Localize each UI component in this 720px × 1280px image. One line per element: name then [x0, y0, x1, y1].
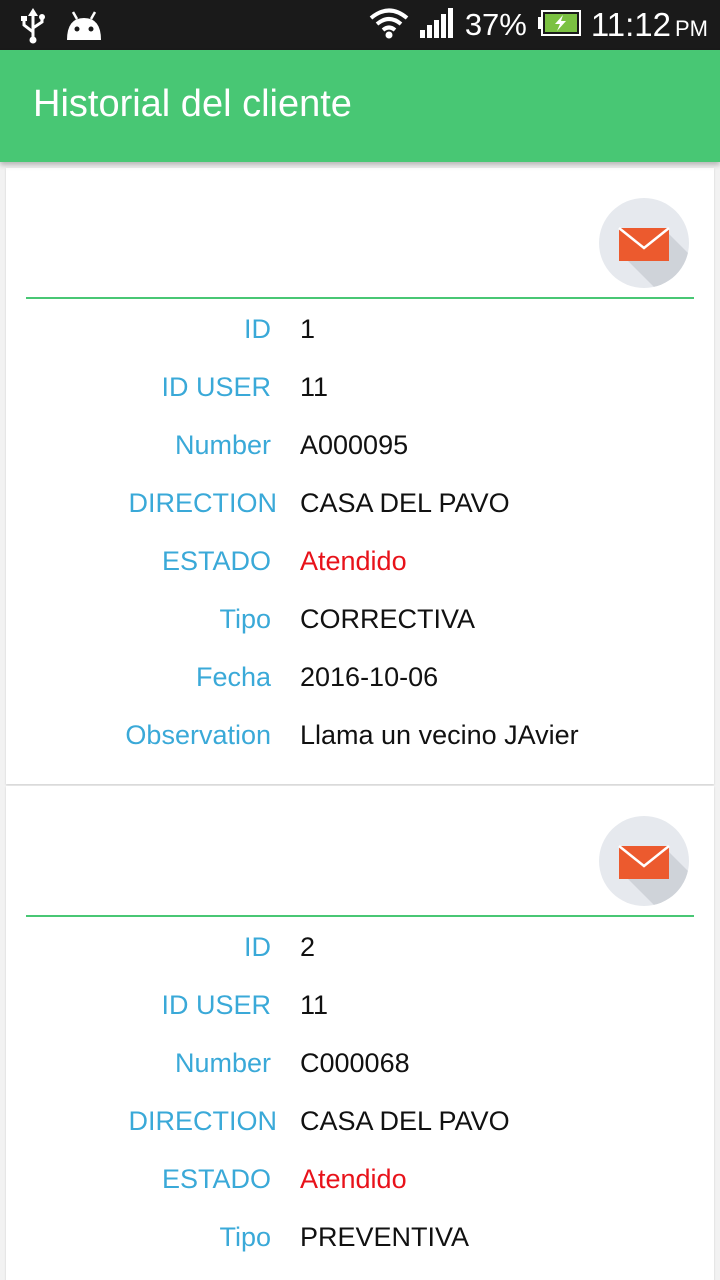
usb-icon	[18, 8, 48, 49]
field-row: ESTADO Atendido	[6, 546, 714, 586]
field-row: Number C000068	[6, 1048, 714, 1088]
field-value: 11	[300, 372, 329, 402]
field-row: Observation Llama un vecino JAvier	[6, 720, 714, 760]
field-value: A000095	[300, 430, 409, 460]
field-label: Tipo	[219, 1222, 271, 1252]
send-email-button[interactable]	[599, 816, 689, 906]
field-label: Number	[174, 1048, 271, 1078]
clock-ampm: PM	[675, 16, 708, 41]
field-label: DIRECTION	[128, 488, 278, 518]
envelope-icon	[618, 845, 689, 906]
battery-charging-icon	[537, 9, 581, 41]
field-row: ID USER 11	[6, 372, 714, 412]
field-row: Fecha 2016-10-06	[6, 662, 714, 702]
signal-icon	[419, 7, 455, 43]
field-row: ID 2	[6, 932, 714, 972]
send-email-button[interactable]	[599, 198, 689, 288]
field-label: ID	[244, 314, 271, 344]
field-label: Observation	[125, 720, 271, 750]
envelope-icon	[618, 227, 689, 288]
history-list[interactable]: ID 1 ID USER 11 Number A000095 DIRECTION CAS…	[0, 162, 720, 1280]
field-label: Number	[174, 430, 271, 460]
page-title: Historial del cliente	[33, 83, 352, 125]
status-bar: 37% 11:12 PM	[0, 0, 720, 50]
field-value: CASA DEL PAVO	[300, 1106, 510, 1136]
wifi-icon	[369, 7, 409, 44]
android-icon	[64, 10, 104, 47]
field-row: Tipo CORRECTIVA	[6, 604, 714, 644]
field-row: ESTADO Atendido	[6, 1164, 714, 1204]
history-card: ID 1 ID USER 11 Number A000095 DIRECTION CAS…	[6, 168, 714, 784]
field-value: 2	[300, 932, 316, 962]
field-row: Number A000095	[6, 430, 714, 470]
field-row: Tipo PREVENTIVA	[6, 1222, 714, 1262]
field-value: CORRECTIVA	[300, 604, 476, 634]
field-label: Tipo	[219, 604, 271, 634]
card-divider	[26, 297, 694, 299]
field-label: ID USER	[161, 372, 271, 402]
clock-time: 11:12	[590, 6, 671, 43]
field-value: CASA DEL PAVO	[300, 488, 510, 518]
field-value: 11	[300, 990, 329, 1020]
card-divider	[26, 915, 694, 917]
field-label: ID USER	[161, 990, 271, 1020]
status-value: Atendido	[300, 1164, 407, 1194]
field-value: 1	[300, 314, 316, 344]
field-label: ESTADO	[161, 546, 271, 576]
field-value: PREVENTIVA	[300, 1222, 470, 1252]
field-value: 2016-10-06	[300, 662, 439, 692]
field-row: ID USER 11	[6, 990, 714, 1030]
field-value: Llama un vecino JAvier	[300, 720, 579, 750]
history-card: ID 2 ID USER 11 Number C000068 DIRECTION CAS…	[6, 786, 714, 1280]
field-row: DIRECTION CASA DEL PAVO	[6, 488, 714, 528]
field-label: ESTADO	[161, 1164, 271, 1194]
field-label: ID	[244, 932, 271, 962]
field-row: ID 1	[6, 314, 714, 354]
field-row: DIRECTION CASA DEL PAVO	[6, 1106, 714, 1146]
field-value: C000068	[300, 1048, 410, 1078]
app-bar: Historial del cliente	[0, 50, 720, 162]
clock: 11:12 PM	[591, 6, 708, 44]
field-label: Fecha	[195, 662, 271, 692]
status-value: Atendido	[300, 546, 407, 576]
battery-percent: 37%	[464, 7, 527, 42]
field-label: DIRECTION	[128, 1106, 278, 1136]
